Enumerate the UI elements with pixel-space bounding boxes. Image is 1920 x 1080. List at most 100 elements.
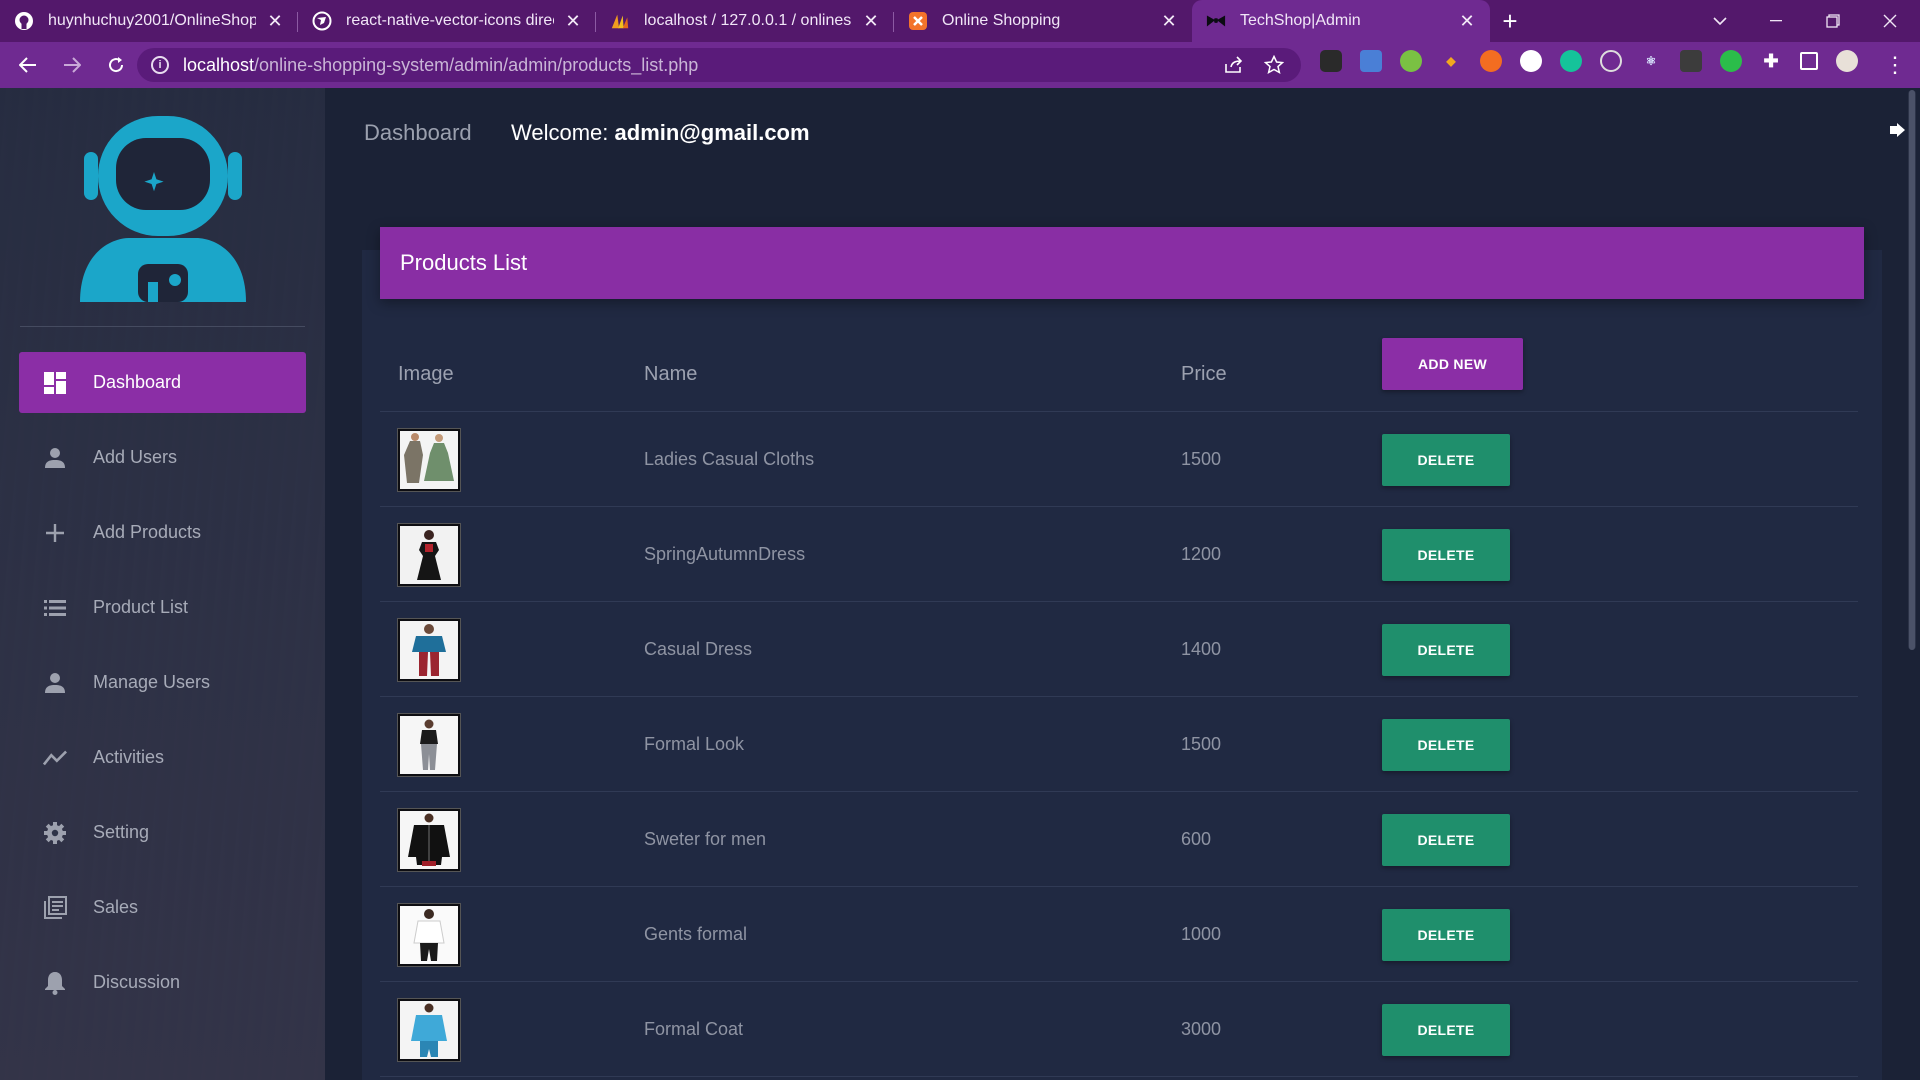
browser-tab-active[interactable]: TechShop|Admin ✕	[1192, 0, 1490, 42]
forward-icon[interactable]	[52, 45, 92, 85]
tab-close-icon[interactable]: ✕	[1458, 11, 1476, 32]
site-info-icon[interactable]: i	[151, 56, 169, 74]
gear-icon	[43, 821, 67, 845]
table-row: Ladies Casual Cloths 1500 DELETE	[380, 412, 1858, 507]
puzzle-icon[interactable]: ✚	[1760, 50, 1782, 72]
library-icon	[43, 895, 67, 920]
sidebar-divider	[20, 326, 305, 327]
extensions-row: ◆ ⚛ ✚	[1320, 50, 1876, 72]
bell-icon	[43, 971, 67, 995]
extension-icon[interactable]	[1600, 50, 1622, 72]
sidebar-item-label: Product List	[93, 597, 189, 617]
browser-tab[interactable]: huynhuchuy2001/OnlineShop_PJ ✕	[0, 0, 298, 42]
delete-button[interactable]: DELETE	[1382, 434, 1510, 486]
react-devtools-icon[interactable]: ⚛	[1640, 50, 1662, 72]
extension-icon[interactable]: ◆	[1440, 50, 1462, 72]
browser-tab[interactable]: Online Shopping ✕	[894, 0, 1192, 42]
sidebar-item-add-products[interactable]: Add Products	[19, 502, 306, 563]
reload-icon[interactable]	[96, 45, 136, 85]
tab-title: TechShop|Admin	[1240, 12, 1361, 29]
tab-title: localhost / 127.0.0.1 / onlineshop	[644, 12, 852, 29]
extension-icon[interactable]	[1400, 50, 1422, 72]
top-navbar: Dashboard Welcome: admin@gmail.com	[325, 88, 1915, 178]
product-thumbnail	[398, 999, 460, 1061]
dashboard-icon	[43, 371, 67, 395]
menu-kebab-icon[interactable]: ⋮	[1884, 52, 1906, 78]
add-new-button[interactable]: ADD NEW	[1382, 338, 1523, 390]
extension-icon[interactable]	[1680, 50, 1702, 72]
tab-close-icon[interactable]: ✕	[564, 11, 582, 32]
product-thumbnail	[398, 524, 460, 586]
tab-title: Online Shopping	[942, 12, 1061, 29]
tab-title: react-native-vector-icons directo	[346, 12, 554, 29]
sidebar-menu: Dashboard Add Users Add Products Product…	[19, 352, 306, 1027]
sidebar-item-setting[interactable]: Setting	[19, 802, 306, 863]
table-row: Gents formal 1000 DELETE	[380, 887, 1858, 982]
product-name: Sweter for men	[644, 829, 767, 849]
grammarly-icon[interactable]	[1560, 50, 1582, 72]
table-row: Casual Dress 1400 DELETE	[380, 602, 1858, 697]
sidebar-item-label: Discussion	[93, 972, 181, 992]
extension-icon[interactable]	[1720, 50, 1742, 72]
product-name: Formal Look	[644, 734, 745, 754]
trend-icon	[43, 746, 67, 770]
welcome-text: Welcome: admin@gmail.com	[511, 120, 810, 146]
browser-tab[interactable]: localhost / 127.0.0.1 / onlineshop ✕	[596, 0, 894, 42]
tab-close-icon[interactable]: ✕	[1160, 11, 1178, 32]
product-thumbnail	[398, 714, 460, 776]
product-name: Formal Coat	[644, 1019, 744, 1039]
extension-icon[interactable]	[1480, 50, 1502, 72]
extension-icon[interactable]	[1520, 50, 1542, 72]
sidebar-item-dashboard[interactable]: Dashboard	[19, 352, 306, 413]
side-panel-icon[interactable]	[1800, 52, 1818, 70]
sidebar-item-label: Dashboard	[93, 372, 182, 392]
column-header-name: Name	[644, 363, 698, 385]
sidebar-item-sales[interactable]: Sales	[19, 877, 306, 938]
sidebar-item-manage-users[interactable]: Manage Users	[19, 652, 306, 713]
tab-search-icon[interactable]	[1692, 0, 1748, 42]
translate-icon[interactable]	[1360, 50, 1382, 72]
delete-button[interactable]: DELETE	[1382, 909, 1510, 961]
address-bar[interactable]: i localhost/online-shopping-system/admin…	[137, 48, 1301, 82]
table-row: Formal Coat 3000 DELETE	[380, 982, 1858, 1077]
new-tab-button[interactable]: +	[1490, 0, 1530, 42]
tab-close-icon[interactable]: ✕	[862, 11, 880, 32]
sidebar-item-product-list[interactable]: Product List	[19, 577, 306, 638]
browser-tab[interactable]: react-native-vector-icons directo ✕	[298, 0, 596, 42]
page-title: Products List	[400, 250, 528, 275]
sidebar-item-label: Add Products	[93, 522, 202, 542]
delete-button[interactable]: DELETE	[1382, 719, 1510, 771]
bookmark-star-icon[interactable]	[1261, 52, 1287, 78]
welcome-user: admin@gmail.com	[614, 120, 810, 145]
tab-close-icon[interactable]: ✕	[266, 11, 284, 32]
restore-icon[interactable]	[1805, 0, 1861, 42]
minimize-icon[interactable]	[1748, 0, 1804, 42]
sidebar-item-activities[interactable]: Activities	[19, 727, 306, 788]
url-path: /online-shopping-system/admin/admin/prod…	[254, 54, 699, 75]
breadcrumb[interactable]: Dashboard	[364, 120, 472, 146]
page-scrollbar[interactable]	[1908, 90, 1916, 650]
list-icon	[43, 596, 67, 620]
product-price: 600	[1181, 829, 1212, 849]
product-thumbnail	[398, 429, 460, 491]
person-icon	[43, 446, 67, 470]
product-thumbnail	[398, 809, 460, 871]
avatar[interactable]	[1836, 50, 1858, 72]
table-header: Image Name Price ADD NEW	[380, 338, 1858, 412]
delete-button[interactable]: DELETE	[1382, 814, 1510, 866]
delete-button[interactable]: DELETE	[1382, 1004, 1510, 1056]
globe-icon	[312, 11, 332, 31]
delete-button[interactable]: DELETE	[1382, 624, 1510, 676]
column-header-image: Image	[398, 363, 454, 385]
close-window-icon[interactable]	[1862, 0, 1918, 42]
delete-button[interactable]: DELETE	[1382, 529, 1510, 581]
extension-icon[interactable]	[1320, 50, 1342, 72]
browser-toolbar: i localhost/online-shopping-system/admin…	[0, 42, 1920, 88]
xampp-icon	[908, 11, 928, 31]
sidebar-item-label: Add Users	[93, 447, 178, 467]
back-icon[interactable]	[8, 45, 48, 85]
share-icon[interactable]	[1221, 52, 1247, 78]
sidebar-item-discussion[interactable]: Discussion	[19, 952, 306, 1013]
sidebar-item-add-users[interactable]: Add Users	[19, 427, 306, 488]
logout-icon[interactable]	[1889, 122, 1907, 143]
